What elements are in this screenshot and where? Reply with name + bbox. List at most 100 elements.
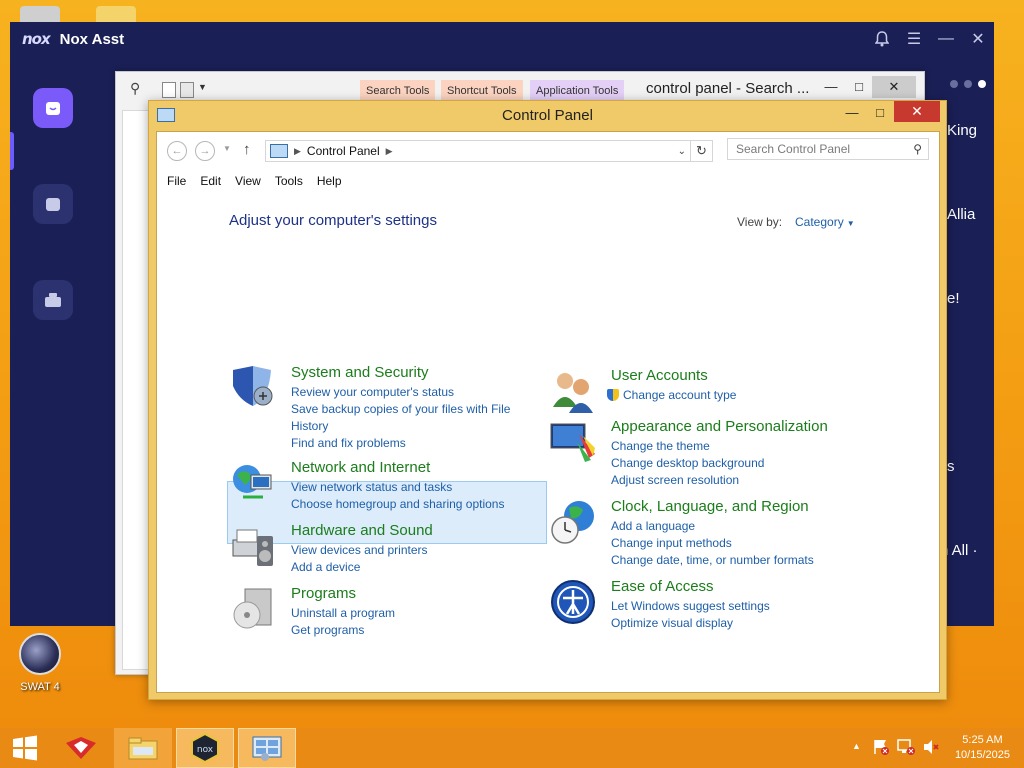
system-clock[interactable]: 5:25 AM 10/15/2025 (955, 733, 1010, 763)
menu-view[interactable]: View (235, 170, 261, 192)
link-screen-resolution[interactable]: Adjust screen resolution (611, 472, 764, 489)
link-save-backup[interactable]: Save backup copies of your files with Fi… (291, 401, 510, 418)
tab-application-tools[interactable]: Application Tools (530, 80, 625, 102)
link-add-device[interactable]: Add a device (291, 559, 428, 576)
link-find-fix[interactable]: Find and fix problems (291, 435, 510, 452)
network-icon[interactable] (896, 738, 916, 756)
link-desktop-background[interactable]: Change desktop background (611, 455, 764, 472)
explorer-maximize-button[interactable]: □ (844, 76, 874, 98)
category-title[interactable]: User Accounts (611, 367, 708, 384)
clock-date: 10/15/2025 (954, 749, 1010, 761)
control-panel-window[interactable]: Control Panel — □ ✕ ← → ▼ ↑ ▶ Control Pa… (148, 100, 947, 700)
breadcrumb-control-panel[interactable]: Control Panel (307, 144, 380, 158)
sidebar-item-store[interactable] (33, 184, 73, 224)
forward-button[interactable]: → (195, 141, 215, 161)
explorer-close-button[interactable]: ✕ (872, 76, 916, 98)
nox-sidebar (10, 66, 96, 626)
explorer-title: control panel - Search ... (646, 80, 810, 97)
refresh-button[interactable]: ↻ (691, 140, 713, 162)
tab-search-tools[interactable]: Search Tools (360, 80, 436, 102)
desktop-icon-partial-1[interactable] (20, 6, 60, 22)
category-title[interactable]: Hardware and Sound (291, 522, 433, 539)
link-uninstall[interactable]: Uninstall a program (291, 605, 395, 622)
sidebar-item-toolbox[interactable] (33, 280, 73, 320)
address-bar[interactable]: ▶ Control Panel ▶ ⌄ (265, 140, 691, 162)
maximize-button[interactable]: □ (866, 103, 894, 123)
address-dropdown-icon[interactable]: ⌄ (678, 146, 686, 157)
close-button[interactable]: ✕ (963, 26, 993, 52)
navigation-bar: ← → ▼ ↑ ▶ Control Panel ▶ ⌄ ↻ Search Con… (157, 132, 939, 170)
action-center-flag-icon[interactable] (872, 738, 890, 756)
back-button[interactable]: ← (167, 141, 187, 161)
carousel-dots[interactable] (950, 80, 986, 88)
link-get-programs[interactable]: Get programs (291, 622, 395, 639)
menu-help[interactable]: Help (317, 170, 342, 192)
up-button[interactable]: ↑ (243, 141, 251, 158)
link-change-theme[interactable]: Change the theme (611, 438, 764, 455)
category-title[interactable]: Programs (291, 585, 356, 602)
close-button[interactable]: ✕ (894, 101, 940, 122)
taskbar-app-antivirus[interactable] (52, 728, 110, 768)
control-panel-icon (252, 736, 282, 761)
link-devices-printers[interactable]: View devices and printers (291, 542, 428, 559)
category-title[interactable]: Network and Internet (291, 459, 430, 476)
search-input[interactable]: Search Control Panel ⚲ (727, 138, 929, 160)
show-hidden-icons-icon[interactable]: ▲ (852, 741, 861, 751)
shield-icon (233, 366, 273, 406)
sidebar-item-home[interactable] (33, 88, 73, 128)
quick-access-toolbar[interactable]: ▼ (162, 82, 214, 98)
category-title[interactable]: System and Security (291, 364, 429, 381)
link-change-account-type[interactable]: Change account type (607, 387, 736, 404)
menu-icon[interactable]: ☰ (899, 26, 929, 52)
link-date-time-formats[interactable]: Change date, time, or number formats (611, 552, 814, 569)
volume-muted-icon[interactable] (922, 738, 940, 756)
category-title[interactable]: Ease of Access (611, 578, 714, 595)
link-homegroup[interactable]: Choose homegroup and sharing options (291, 496, 504, 513)
explorer-minimize-button[interactable]: — (816, 76, 846, 98)
view-by-dropdown[interactable]: Category ▼ (795, 215, 855, 229)
menu-tools[interactable]: Tools (275, 170, 303, 192)
link-add-language[interactable]: Add a language (611, 518, 814, 535)
link-review-status[interactable]: Review your computer's status (291, 384, 510, 401)
link-suggest-settings[interactable]: Let Windows suggest settings (611, 598, 770, 615)
tab-shortcut-tools[interactable]: Shortcut Tools (441, 80, 523, 102)
minimize-button[interactable]: — (931, 26, 961, 52)
link-input-methods[interactable]: Change input methods (611, 535, 814, 552)
antivirus-icon (66, 737, 96, 759)
link-label: Change account type (623, 388, 737, 402)
recent-locations-icon[interactable]: ▼ (223, 144, 231, 153)
chevron-down-icon: ▼ (846, 219, 855, 228)
menu-edit[interactable]: Edit (200, 170, 221, 192)
start-button[interactable] (0, 728, 50, 768)
taskbar-control-panel[interactable] (238, 728, 296, 768)
view-by-value: Category (795, 215, 844, 229)
windows-logo-icon (13, 735, 37, 761)
category-title[interactable]: Clock, Language, and Region (611, 498, 809, 515)
search-icon[interactable]: ⚲ (913, 142, 922, 156)
store-icon (46, 198, 60, 211)
folder-icon (128, 737, 158, 760)
nox-title: Nox Asst (59, 30, 125, 48)
printer-speaker-icon (232, 529, 273, 566)
chevron-right-icon[interactable]: ▶ (294, 146, 301, 157)
link-network-status[interactable]: View network status and tasks (291, 479, 504, 496)
menu-file[interactable]: File (167, 170, 186, 192)
bag-icon (46, 102, 60, 115)
link-optimize-display[interactable]: Optimize visual display (611, 615, 770, 632)
taskbar-file-explorer[interactable] (114, 728, 172, 768)
uac-shield-icon (607, 389, 619, 401)
programs-disc-icon (233, 588, 272, 629)
desktop-icon-partial-2[interactable] (96, 6, 136, 22)
chevron-right-icon[interactable]: ▶ (386, 146, 393, 157)
nox-text-3: e! (947, 290, 960, 307)
minimize-button[interactable]: — (838, 103, 866, 123)
page-heading: Adjust your computer's settings (229, 212, 437, 229)
bell-icon[interactable] (867, 26, 897, 52)
nox-title-bar: nox Nox Asst (22, 30, 124, 48)
desktop-icon-swat4[interactable]: SWAT 4 (16, 633, 64, 693)
search-icon[interactable]: ⚲ (130, 80, 140, 97)
taskbar-nox[interactable]: nox (176, 728, 234, 768)
appearance-icon (550, 423, 595, 462)
category-title[interactable]: Appearance and Personalization (611, 418, 828, 435)
link-save-backup-cont[interactable]: History (291, 418, 510, 435)
